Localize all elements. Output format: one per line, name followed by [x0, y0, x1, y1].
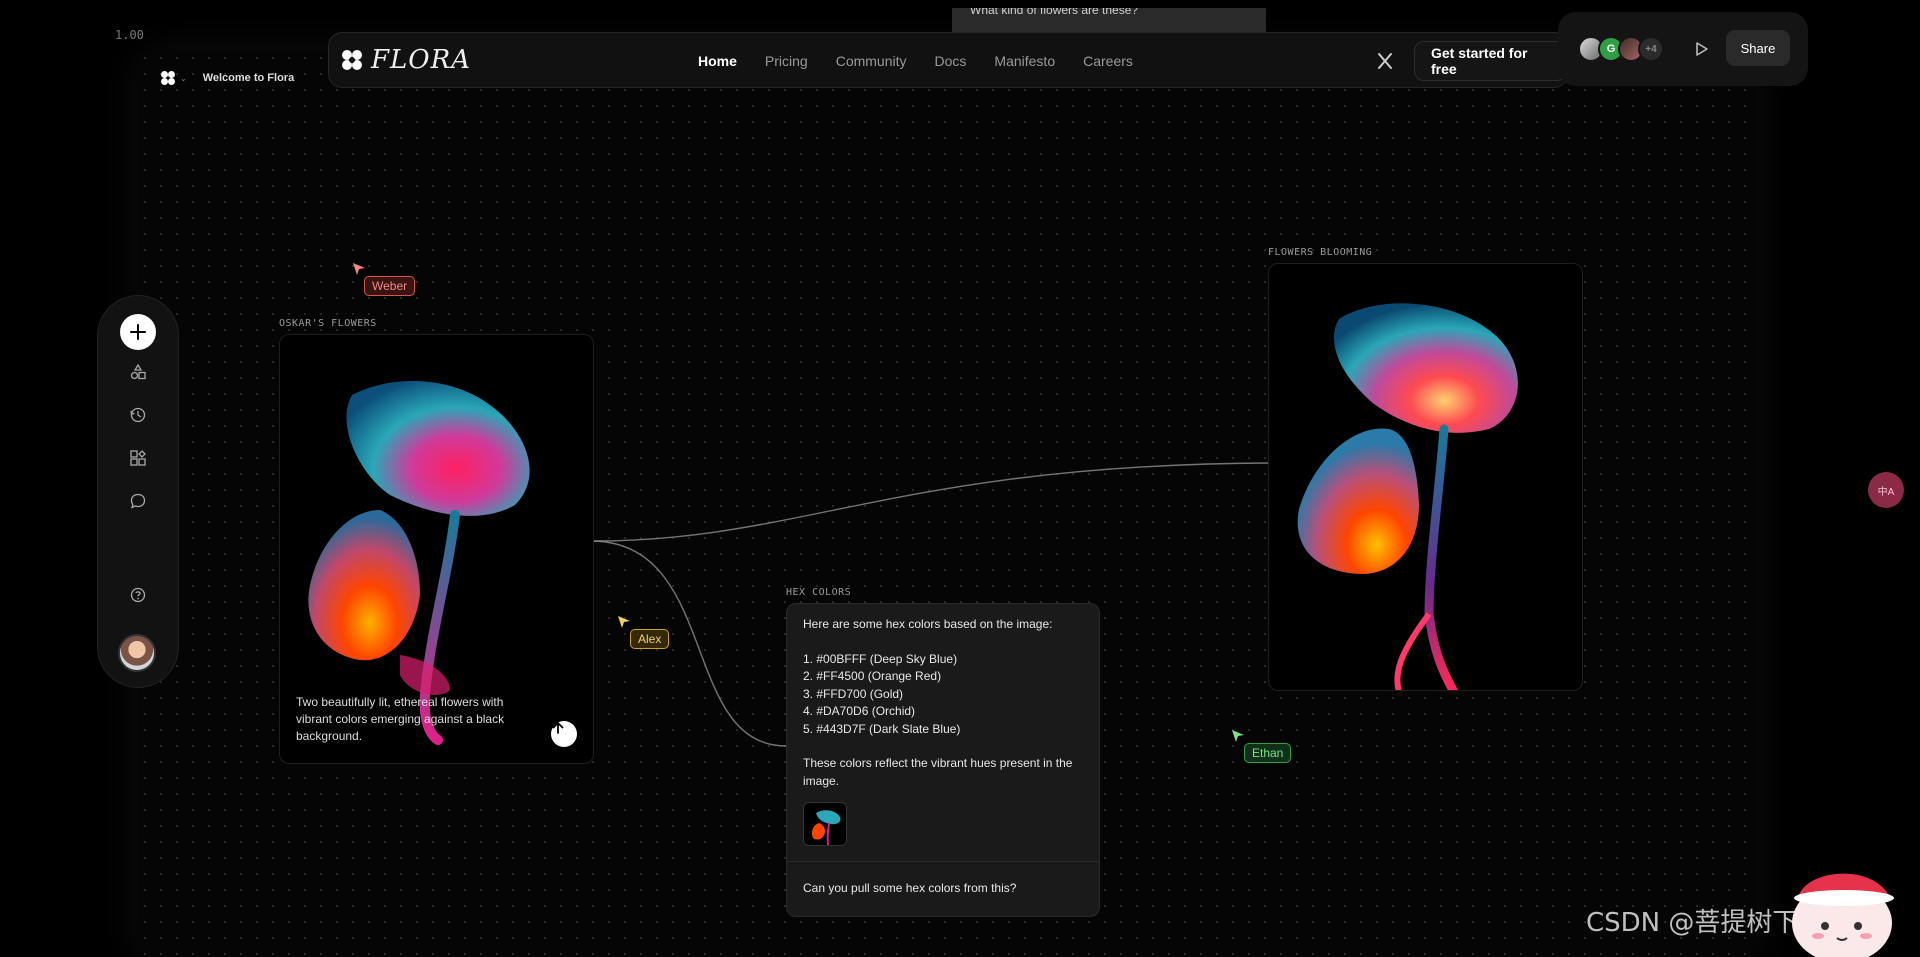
collaborator-avatars[interactable]: G +4 [1578, 36, 1664, 62]
chat-question: Can you pull some hex colors from this? [803, 881, 1017, 895]
nav-home[interactable]: Home [698, 53, 737, 69]
brand-name: FLORA [371, 45, 471, 75]
plus-icon [130, 324, 146, 340]
hex-color-item: 5. #443D7F (Dark Slate Blue) [803, 721, 961, 736]
chat-intro: Here are some hex colors based on the im… [803, 617, 1053, 631]
shapes-icon[interactable] [128, 362, 148, 382]
prompt-snippet-text: What kind of flowers are these? [970, 8, 1139, 17]
canvas-header: ⌄ Welcome to Flora [160, 70, 294, 86]
cursor-tag-alex: Alex [630, 629, 670, 649]
arrow-up-icon [552, 722, 564, 734]
nav-docs[interactable]: Docs [935, 53, 967, 69]
get-started-button[interactable]: Get started for free [1414, 41, 1567, 81]
image-node-oskars-flowers[interactable]: Two beautifully lit, ethereal flowers wi… [279, 334, 594, 764]
cursor-tag-weber: Weber [364, 276, 416, 296]
nav-pricing[interactable]: Pricing [765, 53, 808, 69]
help-icon[interactable] [128, 585, 148, 605]
flower-image [1297, 303, 1518, 690]
zoom-label: 1.00 [115, 28, 144, 42]
hex-color-item: 4. #DA70D6 (Orchid) [803, 704, 916, 718]
canvas-title: Welcome to Flora [202, 72, 295, 84]
chat-outro: These colors reflect the vibrant hues pr… [803, 756, 1073, 788]
upload-button[interactable] [551, 721, 577, 747]
image-node-flowers-blooming[interactable] [1268, 263, 1583, 691]
nav-careers[interactable]: Careers [1083, 53, 1133, 69]
cursor-alex: Alex [617, 615, 670, 649]
flora-logo-icon [342, 50, 362, 70]
cursor-ethan: Ethan [1231, 729, 1292, 763]
nav-links: Home Pricing Community Docs Manifesto Ca… [698, 33, 1133, 89]
add-node-button[interactable] [120, 314, 156, 350]
x-social-icon[interactable] [1375, 51, 1395, 71]
cursor-arrow-icon [353, 263, 365, 275]
chevron-down-icon[interactable]: ⌄ [180, 74, 187, 83]
mascot-sticker [1792, 873, 1894, 957]
components-icon[interactable] [128, 448, 148, 468]
hex-color-item: 3. #FFD700 (Gold) [803, 686, 904, 701]
user-avatar[interactable] [118, 634, 156, 672]
node-label-hex-colors: HEX COLORS [786, 587, 852, 598]
chat-icon[interactable] [128, 491, 148, 511]
hex-color-item: 2. #FF4500 (Orange Red) [803, 669, 942, 683]
chat-divider [787, 861, 1099, 862]
history-icon[interactable] [128, 405, 148, 425]
attached-image-thumbnail[interactable] [803, 802, 847, 846]
hex-colors-chat[interactable]: Here are some hex colors based on the im… [786, 603, 1100, 917]
brand[interactable]: FLORA [341, 45, 471, 75]
play-icon[interactable] [1690, 38, 1712, 60]
flora-logo-icon[interactable] [160, 70, 176, 86]
hex-color-item: 1. #00BFFF (Deep Sky Blue) [803, 651, 958, 666]
node-label-flowers-blooming: FLOWERS BLOOMING [1268, 247, 1373, 258]
top-nav: FLORA Home Pricing Community Docs Manife… [328, 32, 1568, 88]
image-caption: Two beautifully lit, ethereal flowers wi… [296, 695, 505, 743]
cursor-tag-ethan: Ethan [1244, 743, 1292, 763]
nav-community[interactable]: Community [836, 53, 907, 69]
node-label-oskars-flowers: OSKAR'S FLOWERS [279, 318, 377, 329]
collab-bar: G +4 Share [1558, 12, 1808, 86]
nav-manifesto[interactable]: Manifesto [994, 53, 1055, 69]
share-button[interactable]: Share [1726, 30, 1790, 66]
cursor-arrow-icon [618, 616, 630, 628]
left-toolbar [97, 295, 179, 688]
cursor-arrow-icon [1232, 730, 1244, 742]
chat-response: Here are some hex colors based on the im… [787, 604, 1099, 858]
cursor-weber: Weber [352, 262, 416, 296]
translate-button[interactable]: 中A [1868, 472, 1904, 508]
more-collaborators-badge: +4 [1638, 36, 1664, 62]
